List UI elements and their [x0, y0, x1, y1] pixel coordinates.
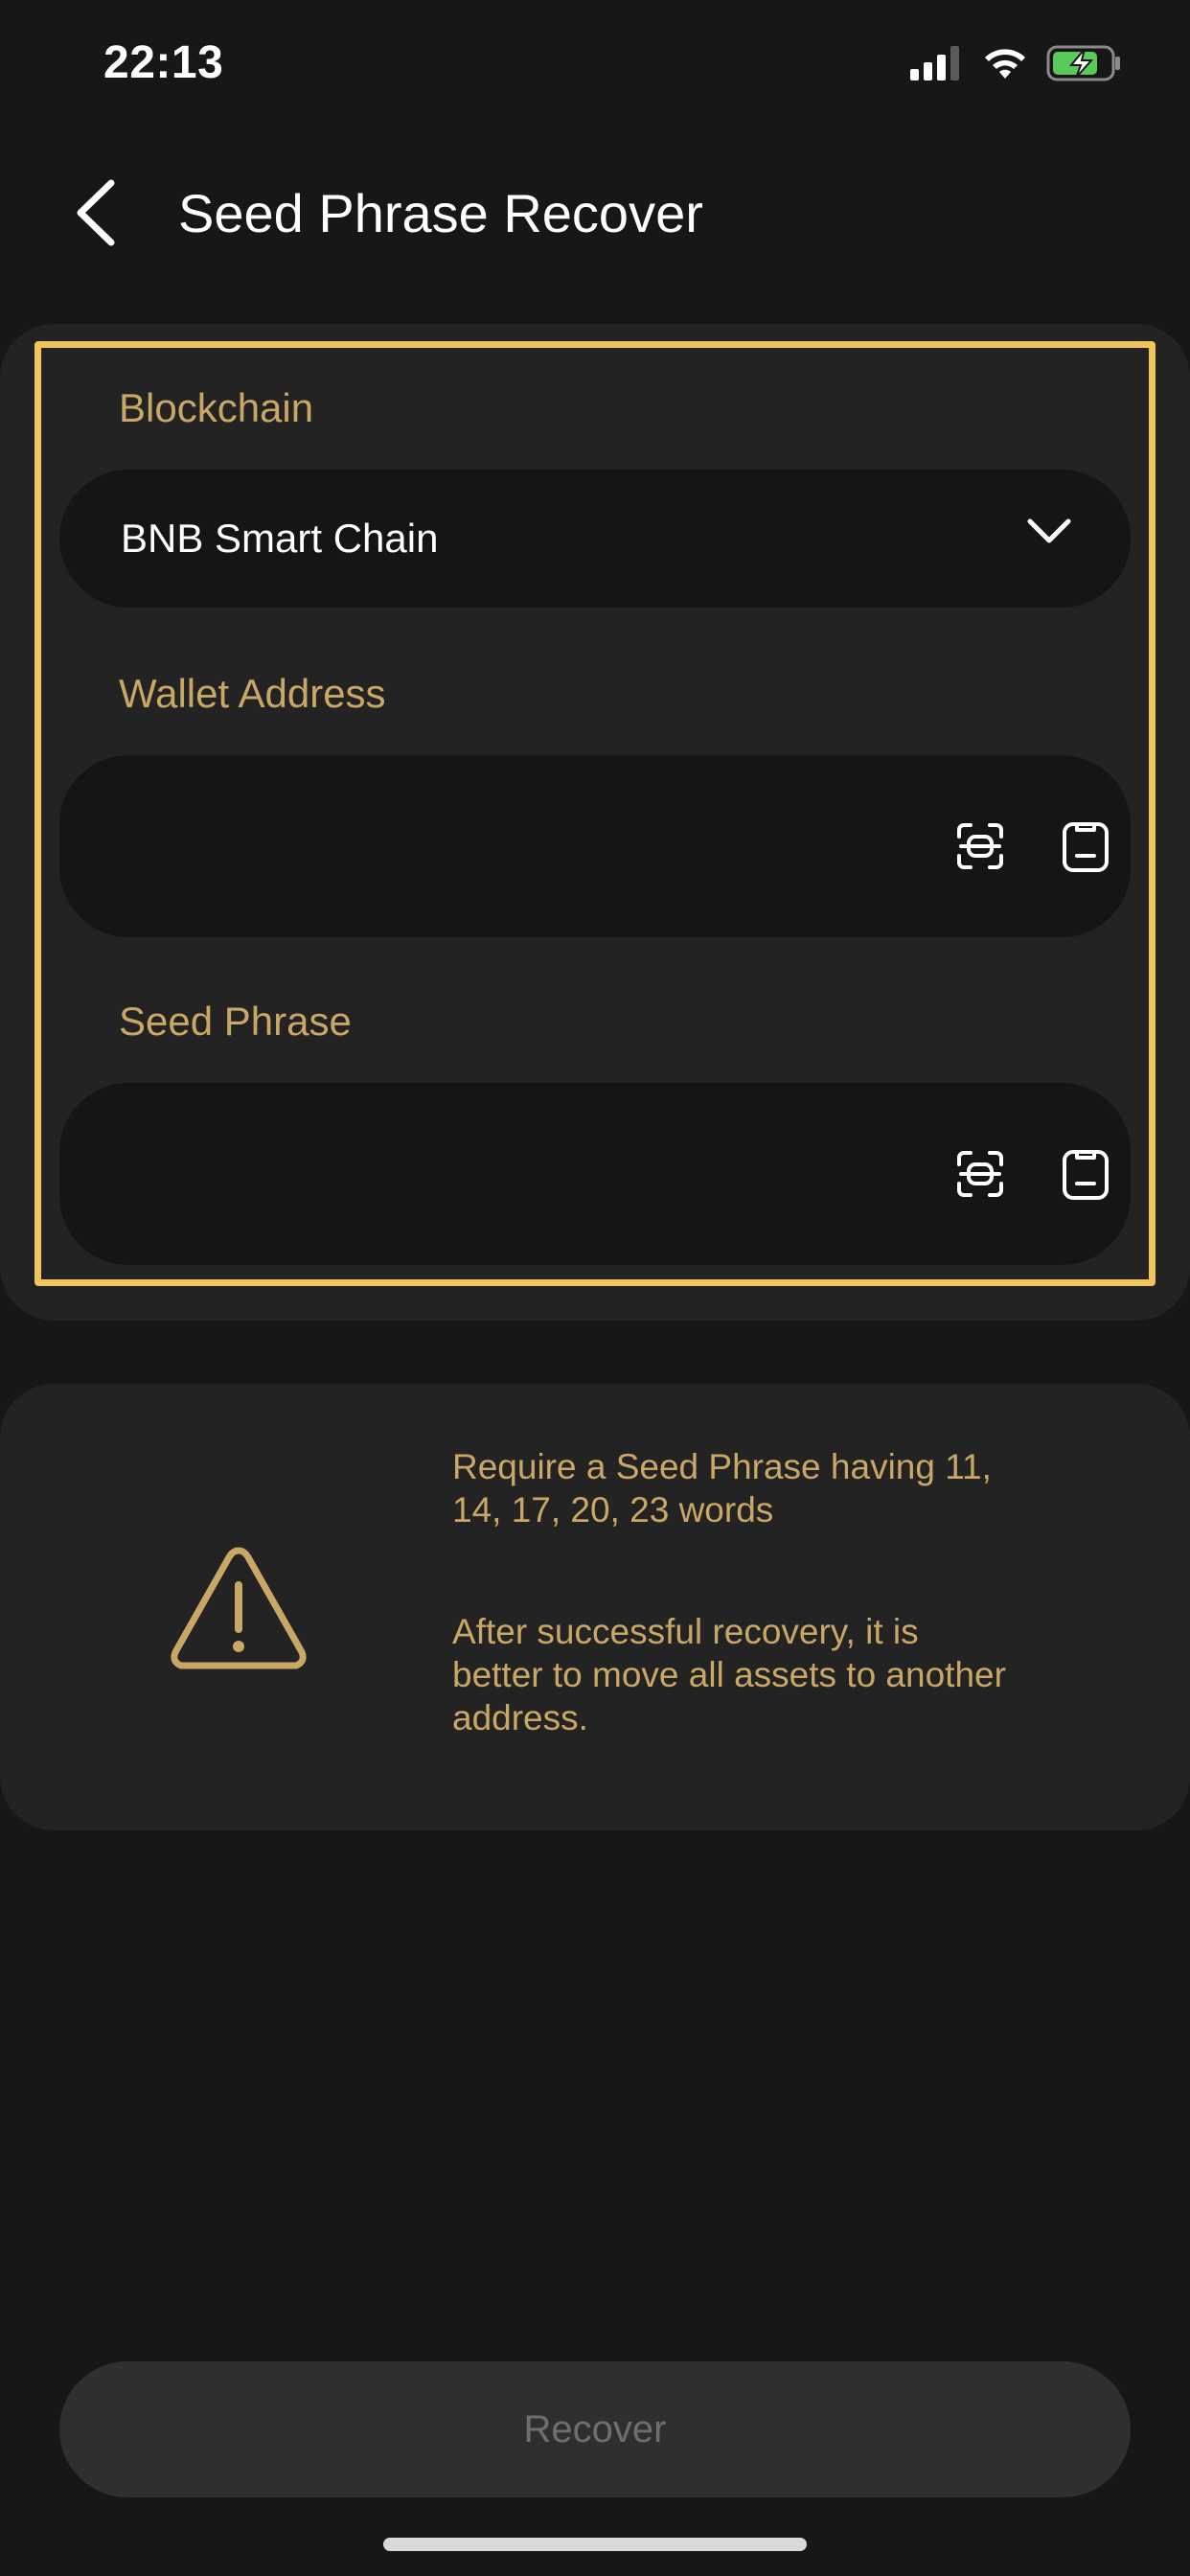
scan-qr-icon: [957, 823, 1003, 869]
back-button[interactable]: [67, 174, 125, 251]
status-icons: [910, 42, 1123, 84]
wallet-scan-button[interactable]: [947, 813, 1014, 880]
status-time: 22:13: [103, 37, 224, 88]
seed-scan-button[interactable]: [947, 1140, 1014, 1208]
seed-phrase-label: Seed Phrase: [119, 999, 352, 1044]
wallet-address-field[interactable]: [59, 755, 1131, 937]
seed-phrase-field[interactable]: [59, 1083, 1131, 1265]
warning-seed-length-text: Require a Seed Phrase having 11, 14, 17,…: [452, 1447, 992, 1530]
warning-triangle-icon: [171, 1547, 307, 1669]
wallet-address-label: Wallet Address: [119, 671, 386, 716]
wifi-icon: [985, 49, 1025, 79]
seed-paste-button[interactable]: [1052, 1140, 1119, 1208]
blockchain-value: BNB Smart Chain: [121, 516, 439, 561]
blockchain-select[interactable]: BNB Smart Chain: [59, 470, 1131, 608]
wallet-paste-button[interactable]: [1052, 813, 1119, 880]
home-indicator: [383, 2538, 807, 2551]
chevron-left-icon: [77, 179, 115, 246]
chevron-down-icon: [1027, 518, 1071, 543]
recover-button[interactable]: Recover: [59, 2361, 1131, 2497]
blockchain-label: Blockchain: [119, 385, 314, 430]
battery-charging-icon: [1046, 45, 1120, 81]
clipboard-paste-icon: [1063, 1150, 1109, 1200]
cellular-signal-icon: [910, 46, 959, 80]
clipboard-paste-icon: [1063, 822, 1109, 872]
scan-qr-icon: [957, 1151, 1003, 1197]
page-title: Seed Phrase Recover: [178, 183, 703, 243]
warning-move-assets-text: After successful recovery, it is better …: [452, 1612, 1006, 1737]
